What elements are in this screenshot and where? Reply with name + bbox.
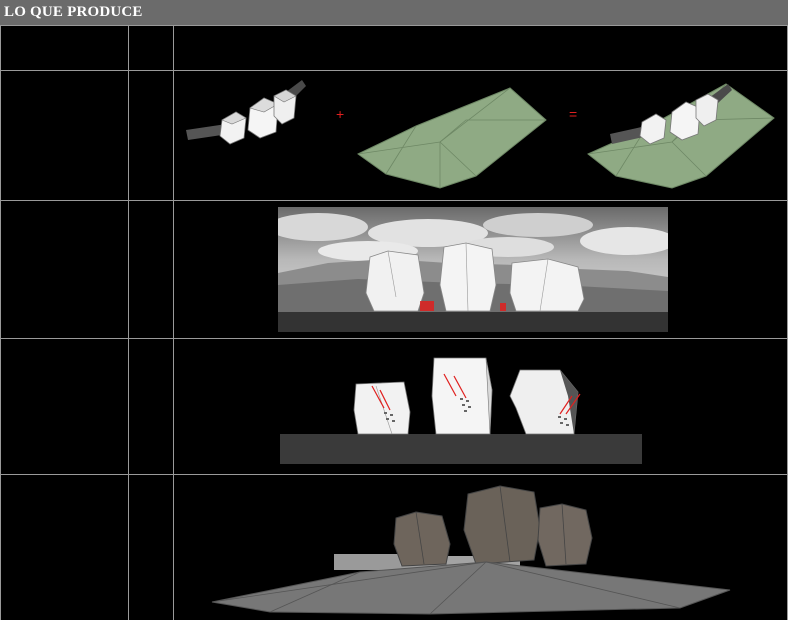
row-divider xyxy=(0,474,788,475)
col-divider xyxy=(128,26,129,620)
light-study-elevation xyxy=(280,356,642,466)
equals-operator: = xyxy=(569,106,578,122)
row-divider xyxy=(0,200,788,201)
row-divider xyxy=(0,70,788,71)
terrain-surface-diagram xyxy=(356,84,550,192)
plus-operator: + xyxy=(336,106,345,122)
row-divider xyxy=(0,338,788,339)
site-photomontage xyxy=(278,207,668,332)
section-header: LO QUE PRODUCE xyxy=(0,0,788,26)
col-divider xyxy=(0,26,1,620)
perspective-render xyxy=(210,484,740,616)
col-divider xyxy=(173,26,174,620)
combined-result-diagram xyxy=(586,76,778,192)
massing-volumes-diagram xyxy=(180,74,310,154)
section-title: LO QUE PRODUCE xyxy=(4,4,143,20)
